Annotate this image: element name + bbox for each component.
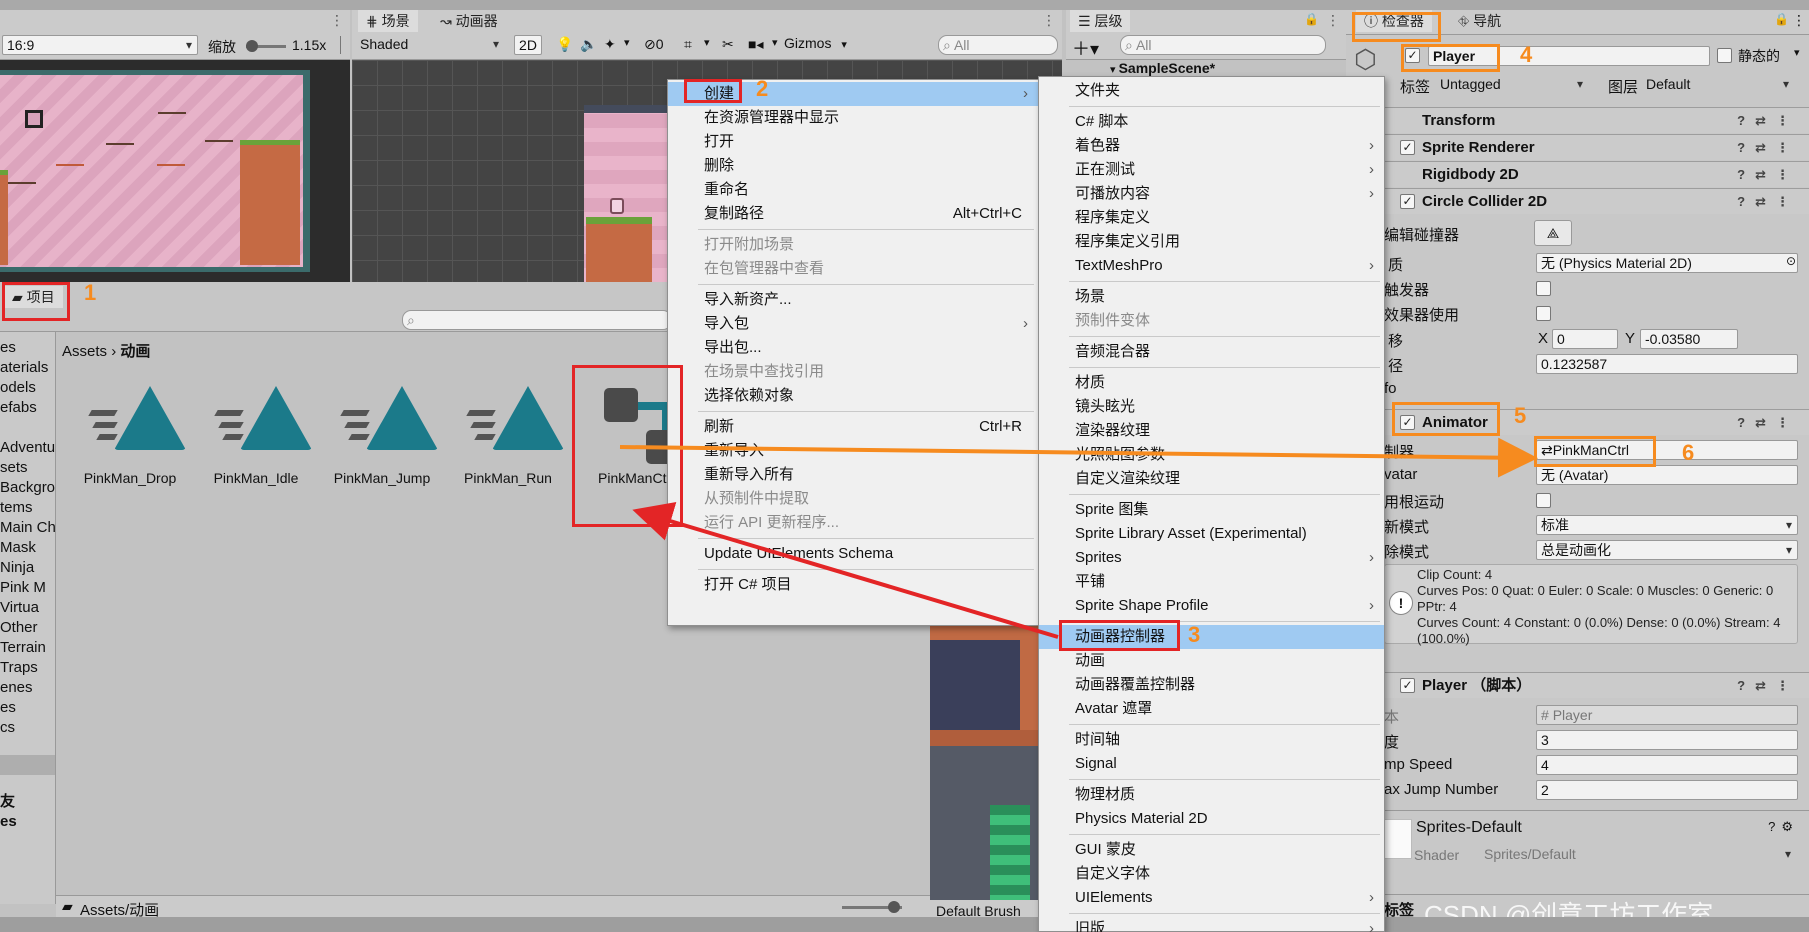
arrow-to-controller bbox=[619, 437, 1538, 478]
arrow-to-new-asset bbox=[632, 502, 1059, 639]
annotation-arrows bbox=[619, 437, 1538, 639]
